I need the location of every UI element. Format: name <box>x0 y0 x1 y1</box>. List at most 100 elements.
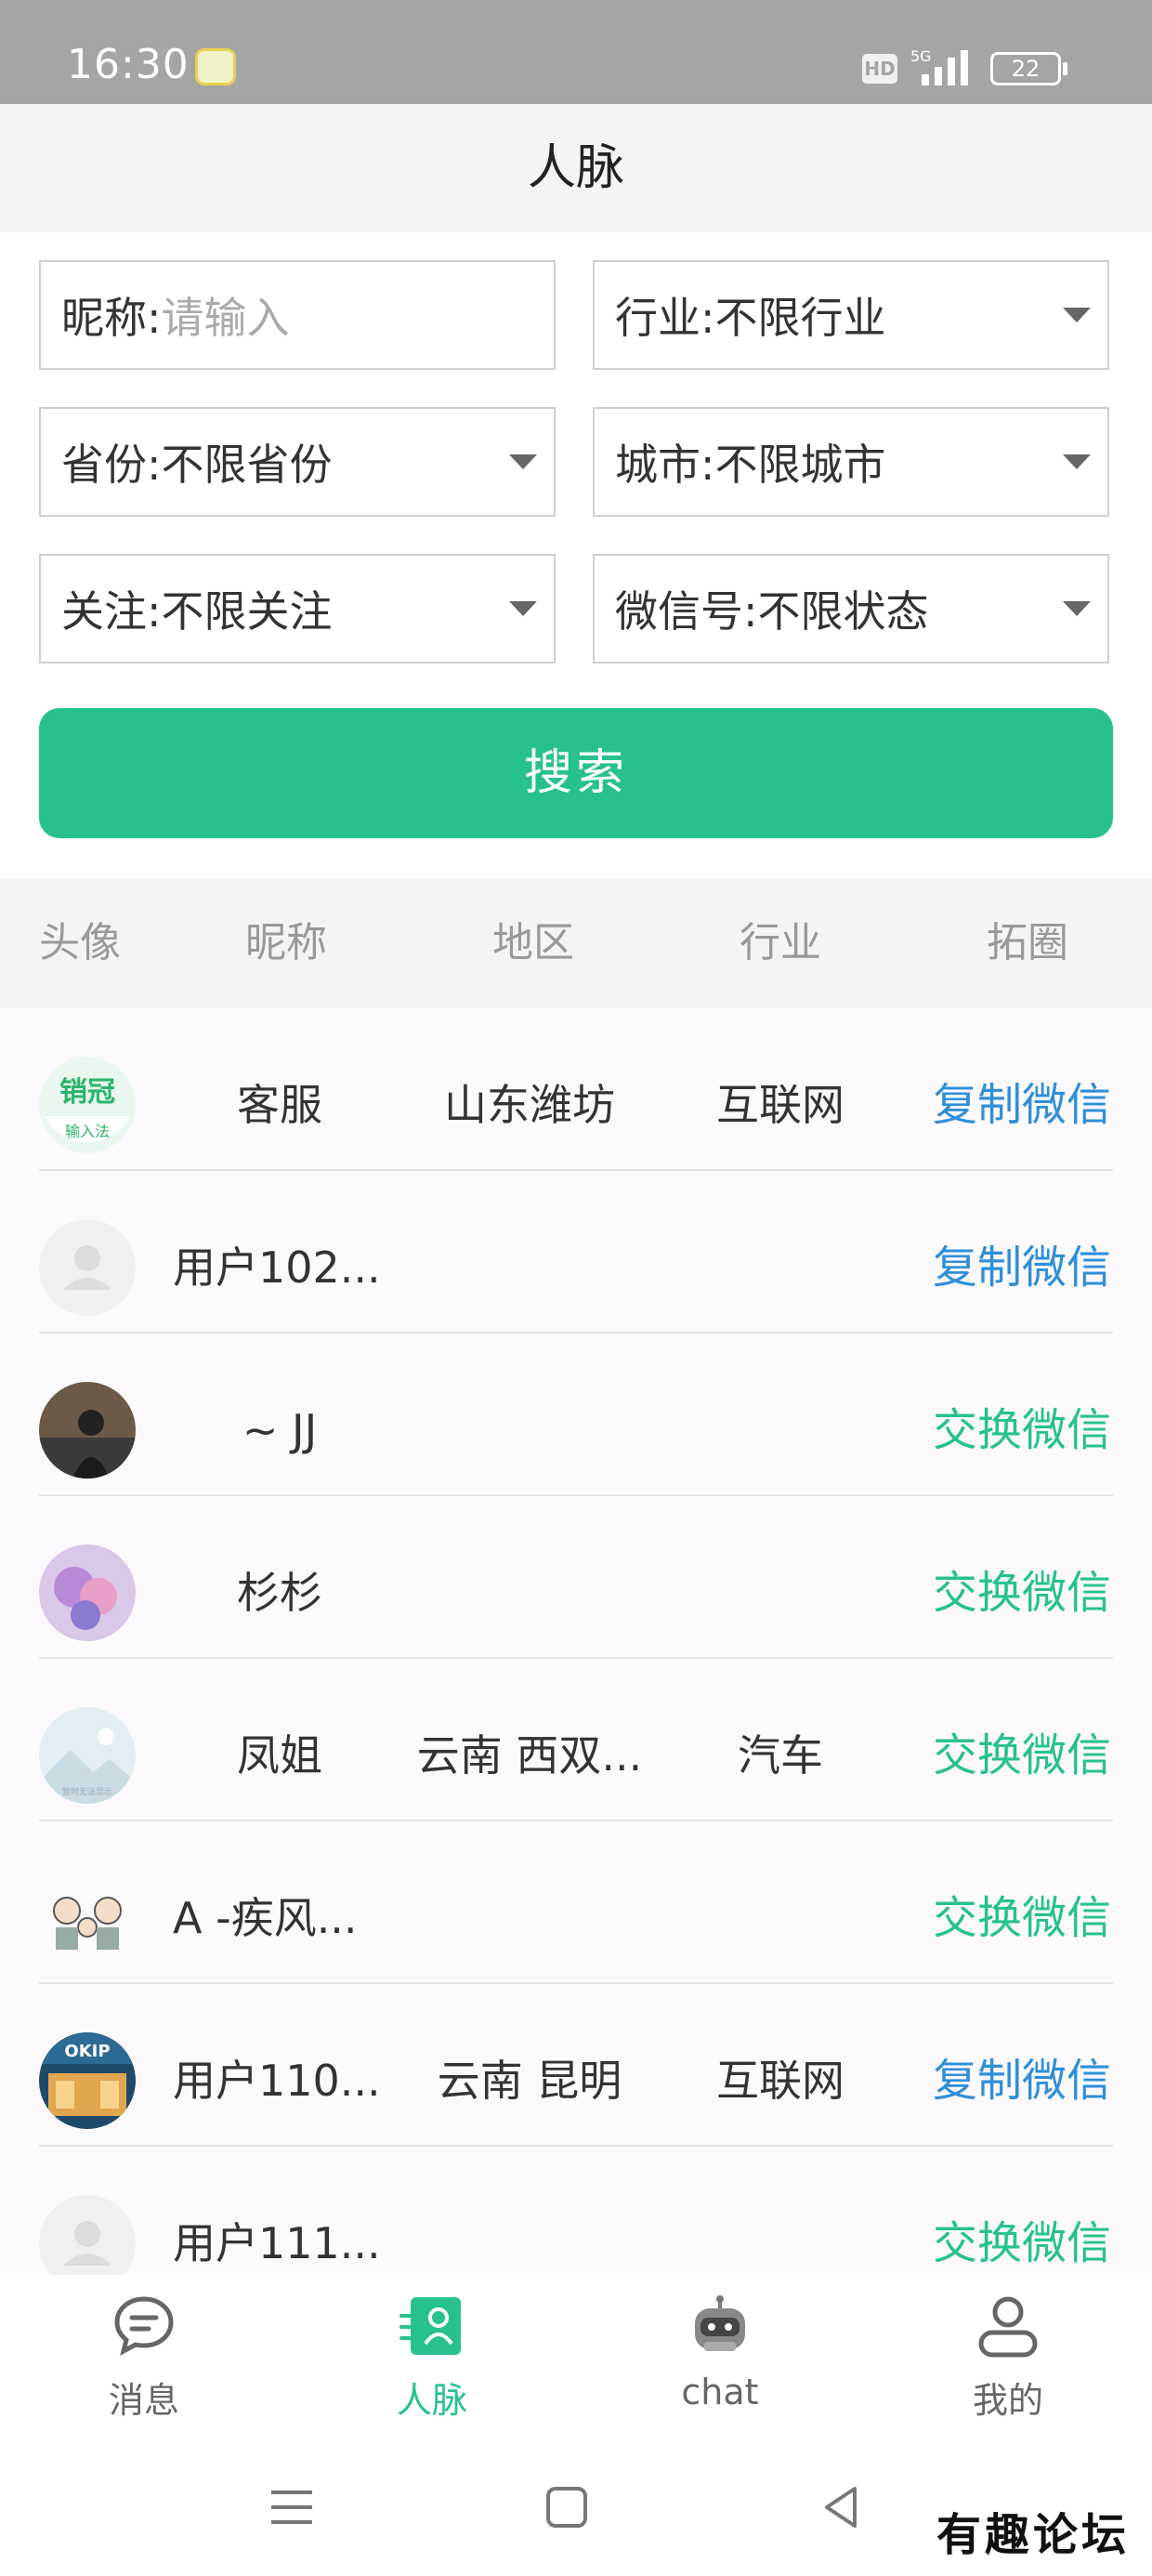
tab-chat[interactable]: chat <box>576 2275 864 2442</box>
status-time: 16:30 <box>67 41 190 88</box>
copy-wechat-button[interactable]: 复制微信 <box>933 1057 1111 1153</box>
tab-label: chat <box>681 2372 759 2412</box>
tab-label: 消息 <box>108 2380 179 2421</box>
cartoon-family-avatar-icon <box>39 1870 136 1966</box>
province-select-value: 省份:不限省份 <box>61 440 333 490</box>
system-nav-bar: 有趣论坛 <box>0 2442 1152 2576</box>
svg-text:输入法: 输入法 <box>65 1123 110 1140</box>
avatar[interactable]: OKIP <box>39 2032 136 2129</box>
menu-icon[interactable] <box>264 2479 320 2535</box>
cloud-icon <box>195 48 236 85</box>
list-item[interactable]: 销冠 输入法 客服 山东潍坊 互联网 复制微信 <box>0 1008 1152 1171</box>
row-industry: 互联网 <box>716 2056 844 2106</box>
industry-select[interactable]: 行业:不限行业 <box>593 260 1109 370</box>
list-item[interactable]: ~ JJ 交换微信 <box>0 1334 1152 1496</box>
list-item[interactable]: 暂时无法显示 凤姐 云南 西双... 汽车 交换微信 <box>0 1659 1152 1821</box>
city-select-value: 城市:不限城市 <box>615 440 886 490</box>
tab-label: 我的 <box>972 2380 1043 2421</box>
wechat-select[interactable]: 微信号:不限状态 <box>593 554 1109 664</box>
exchange-wechat-button[interactable]: 交换微信 <box>933 1382 1111 1479</box>
contacts-icon <box>399 2297 461 2355</box>
row-nickname: 用户110... <box>173 2056 381 2106</box>
brand-logo-icon: 销冠 输入法 <box>39 1057 136 1153</box>
caret-down-icon <box>1063 454 1091 469</box>
tab-contacts[interactable]: 人脉 <box>288 2275 576 2442</box>
bottom-tab-bar: 消息 人脉 chat 我的 <box>0 2275 1152 2442</box>
svg-text:OKIP: OKIP <box>64 2042 110 2061</box>
list-item[interactable]: OKIP 用户110... 云南 昆明 互联网 复制微信 <box>0 1984 1152 2147</box>
nickname-input[interactable]: 昵称: 请输入 <box>39 260 556 370</box>
city-select[interactable]: 城市:不限城市 <box>593 407 1109 517</box>
robot-icon <box>695 2295 745 2351</box>
back-icon[interactable] <box>814 2479 870 2535</box>
exchange-wechat-button[interactable]: 交换微信 <box>933 1870 1111 1966</box>
copy-wechat-button[interactable]: 复制微信 <box>933 2032 1111 2129</box>
column-header: 头像 昵称 地区 行业 拓圈 <box>0 878 1152 1008</box>
battery-icon: 22 <box>990 52 1067 85</box>
row-nickname: 用户111... <box>173 2218 381 2268</box>
search-button[interactable]: 搜索 <box>39 708 1113 838</box>
message-icon <box>114 2296 174 2356</box>
column-avatar: 头像 <box>39 919 121 966</box>
row-nickname: 杉杉 <box>237 1568 322 1618</box>
exchange-wechat-button[interactable]: 交换微信 <box>933 1544 1111 1641</box>
follow-select[interactable]: 关注:不限关注 <box>39 554 556 664</box>
nickname-label: 昵称: <box>61 293 162 343</box>
column-circle: 拓圈 <box>987 919 1068 966</box>
column-industry: 行业 <box>740 919 821 966</box>
default-avatar-icon <box>39 2195 136 2275</box>
row-nickname: 用户102... <box>173 1242 381 1293</box>
svg-text:暂时无法显示: 暂时无法显示 <box>62 1786 112 1797</box>
home-icon[interactable] <box>539 2479 595 2535</box>
row-region: 云南 昆明 <box>437 2056 622 2106</box>
tab-profile[interactable]: 我的 <box>864 2275 1152 2442</box>
page-title: 人脉 <box>0 104 1152 232</box>
list-item[interactable]: 用户111... 交换微信 <box>0 2147 1152 2275</box>
tab-label: 人脉 <box>396 2380 467 2421</box>
profile-icon <box>978 2296 1038 2358</box>
nickname-placeholder: 请输入 <box>161 293 290 343</box>
row-region: 云南 西双... <box>416 1730 643 1781</box>
avatar[interactable]: 暂时无法显示 <box>39 1707 136 1804</box>
watermark: 有趣论坛 <box>936 2509 1130 2561</box>
row-nickname: 客服 <box>237 1080 322 1130</box>
province-select[interactable]: 省份:不限省份 <box>39 407 556 517</box>
caret-down-icon <box>509 454 537 469</box>
avatar[interactable] <box>39 1544 136 1641</box>
avatar[interactable] <box>39 1870 136 1966</box>
caret-down-icon <box>1063 308 1091 322</box>
column-region: 地区 <box>492 919 574 966</box>
tab-messages[interactable]: 消息 <box>0 2275 288 2442</box>
row-nickname: 凤姐 <box>237 1730 322 1781</box>
list-item[interactable]: A -疾风... 交换微信 <box>0 1821 1152 1984</box>
svg-text:销冠: 销冠 <box>59 1076 115 1109</box>
network-type: 5G <box>910 47 932 65</box>
flower-avatar-icon <box>39 1544 136 1641</box>
column-nickname: 昵称 <box>245 919 327 966</box>
contact-list: 销冠 输入法 客服 山东潍坊 互联网 复制微信 用户102... 复制微信 ~ … <box>0 1008 1152 2275</box>
follow-select-value: 关注:不限关注 <box>61 586 333 637</box>
caret-down-icon <box>1063 601 1091 616</box>
hd-icon: HD <box>862 54 897 84</box>
caret-down-icon <box>509 601 537 616</box>
list-item[interactable]: 用户102... 复制微信 <box>0 1171 1152 1334</box>
status-bar: 16:30 HD 5G 22 <box>0 0 1152 104</box>
row-nickname: ~ JJ <box>242 1405 318 1455</box>
row-nickname: A -疾风... <box>173 1893 358 1943</box>
avatar[interactable] <box>39 1382 136 1479</box>
copy-wechat-button[interactable]: 复制微信 <box>933 1219 1111 1316</box>
storefront-avatar-icon: OKIP <box>39 2032 136 2129</box>
list-item[interactable]: 杉杉 交换微信 <box>0 1496 1152 1659</box>
wechat-select-value: 微信号:不限状态 <box>615 586 929 637</box>
avatar[interactable] <box>39 1219 136 1316</box>
signal-icon: 5G <box>910 47 968 85</box>
avatar[interactable]: 销冠 输入法 <box>39 1057 136 1153</box>
avatar[interactable] <box>39 2195 136 2275</box>
industry-select-value: 行业:不限行业 <box>615 293 886 343</box>
exchange-wechat-button[interactable]: 交换微信 <box>933 1707 1111 1804</box>
photo-avatar-icon <box>39 1382 136 1479</box>
image-placeholder-icon: 暂时无法显示 <box>39 1707 136 1804</box>
exchange-wechat-button[interactable]: 交换微信 <box>933 2195 1111 2275</box>
row-region: 山东潍坊 <box>444 1080 615 1130</box>
row-industry: 汽车 <box>738 1730 823 1781</box>
